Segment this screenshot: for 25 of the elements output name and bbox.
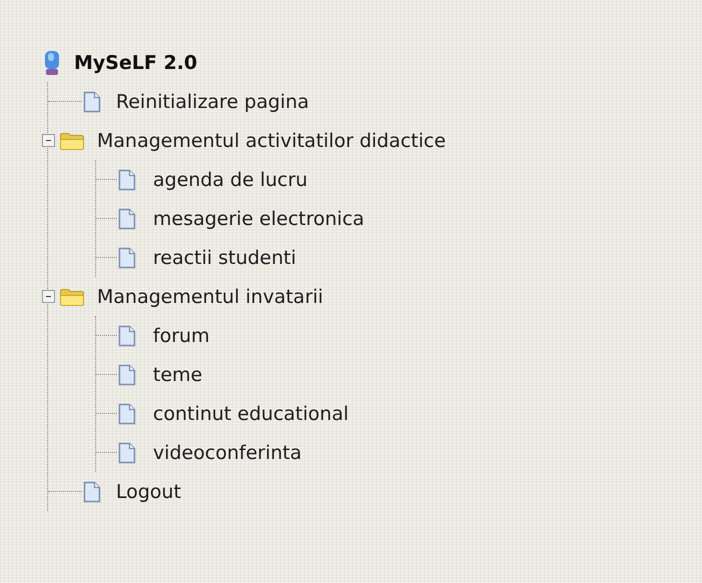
- tree-item-link[interactable]: videoconferinta: [153, 442, 302, 464]
- collapse-icon[interactable]: [42, 290, 55, 303]
- document-icon: [117, 442, 137, 464]
- tree-item-link[interactable]: forum: [153, 324, 210, 346]
- document-icon: [82, 90, 102, 112]
- document-icon: [117, 324, 137, 346]
- document-icon: [117, 364, 137, 386]
- tree-item-link[interactable]: Managementul activitatilor didactice: [97, 130, 446, 152]
- folder-icon: [59, 130, 85, 150]
- tree-item-link[interactable]: Logout: [116, 480, 182, 502]
- tree-item-link[interactable]: mesagerie electronica: [153, 208, 364, 230]
- tree-root-title: MySeLF 2.0: [74, 52, 198, 74]
- document-icon: [117, 246, 137, 268]
- tree-item-link[interactable]: reactii studenti: [153, 246, 296, 268]
- document-icon: [117, 168, 137, 190]
- folder-icon: [59, 286, 85, 306]
- tree-item-link[interactable]: agenda de lucru: [153, 168, 308, 190]
- tree-item-link[interactable]: Reinitializare pagina: [116, 90, 310, 112]
- document-icon: [82, 480, 102, 502]
- tree-item-link[interactable]: continut educational: [153, 402, 349, 424]
- document-icon: [117, 208, 137, 230]
- tree-item-link[interactable]: teme: [153, 364, 202, 386]
- tree-item-link[interactable]: Managementul invatarii: [97, 286, 324, 308]
- collapse-icon[interactable]: [42, 134, 55, 147]
- document-icon: [117, 402, 137, 424]
